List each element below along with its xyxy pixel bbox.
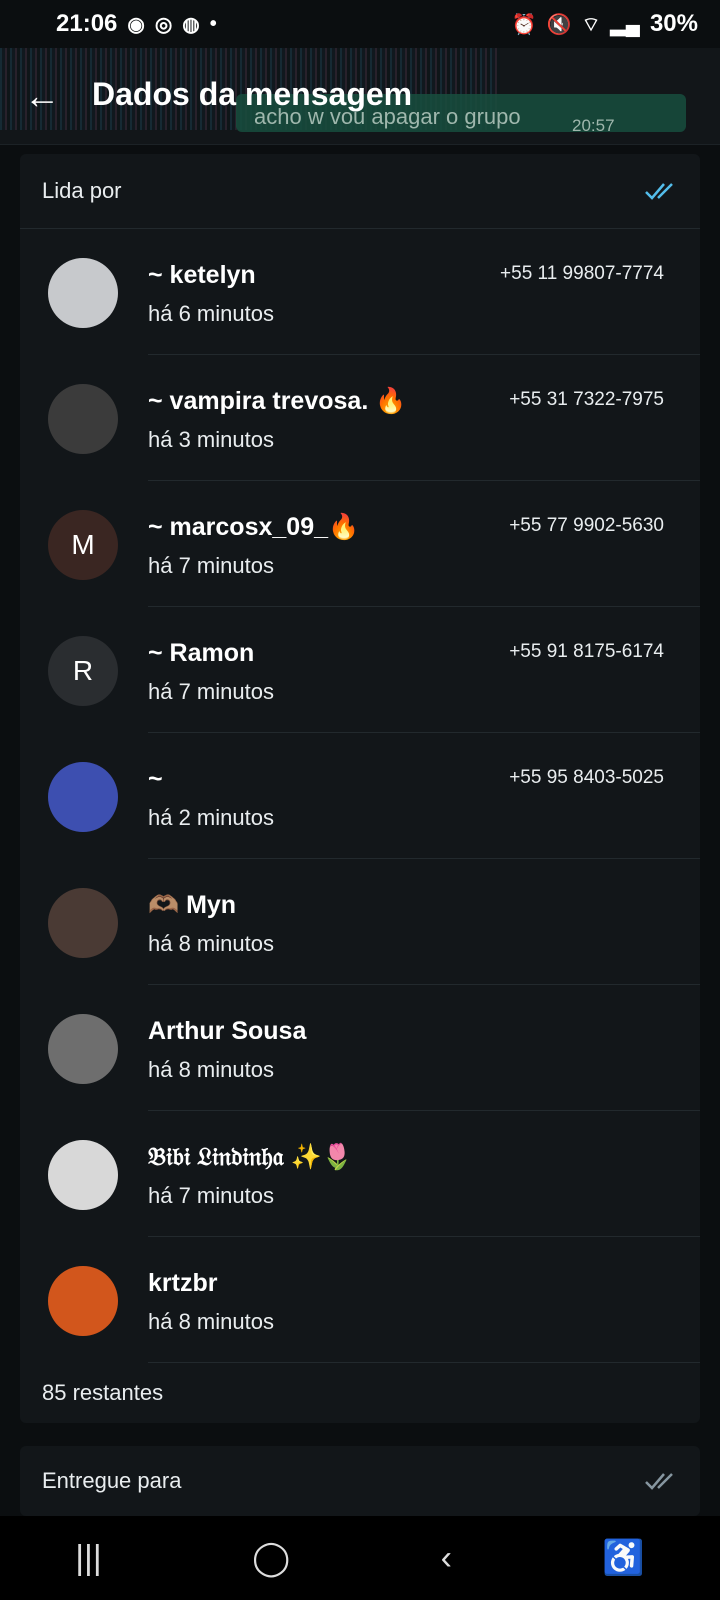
accessibility-icon[interactable]: ♿ <box>602 1538 644 1578</box>
reader-phone: +55 95 8403-5025 <box>509 767 664 788</box>
remaining-count[interactable]: 85 restantes <box>20 1363 700 1423</box>
avatar[interactable] <box>48 888 118 958</box>
avatar[interactable] <box>48 1014 118 1084</box>
read-time: há 7 minutos <box>148 679 274 704</box>
whatsapp-icon: ◉ <box>127 13 145 36</box>
avatar[interactable]: M <box>48 510 118 580</box>
read-time: há 8 minutos <box>148 1309 274 1334</box>
signal-icon: ▂▄ <box>610 13 640 36</box>
reader-row[interactable]: ~ ketelyn há 6 minutos +55 11 99807-7774 <box>20 229 700 355</box>
delivered-to-card: Entregue para <box>20 1446 700 1516</box>
reader-name: ~ ketelyn <box>148 261 256 289</box>
reader-row[interactable]: krtzbr há 8 minutos <box>20 1237 700 1363</box>
read-time: há 2 minutos <box>148 805 274 830</box>
read-time: há 8 minutos <box>148 1057 274 1082</box>
back-arrow-icon[interactable]: ← <box>24 78 60 114</box>
reader-name: 🫶🏽 Myn <box>148 891 237 919</box>
discord-icon: ◍ <box>182 13 200 36</box>
reader-row[interactable]: ~ há 2 minutos +55 95 8403-5025 <box>20 733 700 859</box>
system-nav-bar: ||| ◯ ‹ ♿ <box>0 1516 720 1600</box>
reader-phone: +55 31 7322-7975 <box>509 389 664 410</box>
avatar-letter: M <box>71 529 95 560</box>
read-time: há 8 minutos <box>148 931 274 956</box>
double-check-icon <box>645 183 673 200</box>
avatar[interactable] <box>48 384 118 454</box>
read-time: há 7 minutos <box>148 1183 274 1208</box>
reader-row[interactable]: R ~ Ramon há 7 minutos +55 91 8175-6174 <box>20 607 700 733</box>
double-check-gray-icon <box>645 1473 673 1490</box>
read-by-card: Lida por ~ ketelyn há 6 minutos +55 11 998… <box>20 154 700 1423</box>
reader-name: krtzbr <box>148 1269 218 1297</box>
home-icon[interactable]: ◯ <box>252 1538 290 1578</box>
read-by-header: Lida por <box>20 154 700 229</box>
reader-phone: +55 77 9902-5630 <box>509 515 664 536</box>
reader-name: ~ marcosx_09_🔥 <box>148 513 360 541</box>
row-divider <box>148 1362 700 1363</box>
reader-name: ~ Ramon <box>148 639 255 667</box>
avatar[interactable]: R <box>48 636 118 706</box>
reader-name: ~ <box>148 765 163 793</box>
dot-icon: • <box>209 12 217 35</box>
status-bar: 21:06 ◉ ◎ ◍ • ⏰ 🔇 ⌔ ▂▄ 30% <box>0 0 720 48</box>
reader-list: ~ ketelyn há 6 minutos +55 11 99807-7774 ~ … <box>20 229 700 1363</box>
read-time: há 7 minutos <box>148 553 274 578</box>
reader-row[interactable]: 𝔅𝔦𝔟𝔦 𝔏𝔦𝔫𝔡𝔦𝔫𝔥𝔞 ✨🌷 há 7 minutos <box>20 1111 700 1237</box>
avatar[interactable] <box>48 1140 118 1210</box>
read-time: há 3 minutos <box>148 427 274 452</box>
reader-row[interactable]: M ~ marcosx_09_🔥 há 7 minutos +55 77 9902-5… <box>20 481 700 607</box>
app-header: acho w vou apagar o grupo 20:57 ← Dados … <box>0 48 720 145</box>
instagram-icon: ◎ <box>154 13 173 36</box>
avatar[interactable] <box>48 1266 118 1336</box>
delivered-header: Entregue para <box>20 1446 700 1516</box>
read-time: há 6 minutos <box>148 301 274 326</box>
avatar-letter: R <box>72 655 94 686</box>
back-nav-icon[interactable]: ‹ <box>441 1539 452 1578</box>
reader-row[interactable]: 🫶🏽 Myn há 8 minutos <box>20 859 700 985</box>
recent-apps-icon[interactable]: ||| <box>75 1539 102 1578</box>
delivered-label: Entregue para <box>42 1468 182 1493</box>
alarm-icon: ⏰ <box>511 13 537 36</box>
reader-name: ~ vampira trevosa. 🔥 <box>148 387 407 415</box>
avatar[interactable] <box>48 258 118 328</box>
reader-name: Arthur Sousa <box>148 1017 307 1045</box>
bubble-time: 20:57 <box>572 116 615 135</box>
reader-phone: +55 91 8175-6174 <box>509 641 664 662</box>
reader-phone: +55 11 99807-7774 <box>500 263 664 284</box>
reader-row[interactable]: Arthur Sousa há 8 minutos <box>20 985 700 1111</box>
reader-name: 𝔅𝔦𝔟𝔦 𝔏𝔦𝔫𝔡𝔦𝔫𝔥𝔞 ✨🌷 <box>148 1143 353 1171</box>
reader-row[interactable]: ~ vampira trevosa. 🔥 há 3 minutos +55 31 7… <box>20 355 700 481</box>
battery-percent: 30% <box>649 10 698 37</box>
clock: 21:06 <box>56 10 118 37</box>
page-title: Dados da mensagem <box>92 76 413 112</box>
mute-icon: 🔇 <box>546 13 572 36</box>
wifi-icon: ⌔ <box>581 13 601 36</box>
read-by-label: Lida por <box>42 178 122 203</box>
avatar[interactable] <box>48 762 118 832</box>
